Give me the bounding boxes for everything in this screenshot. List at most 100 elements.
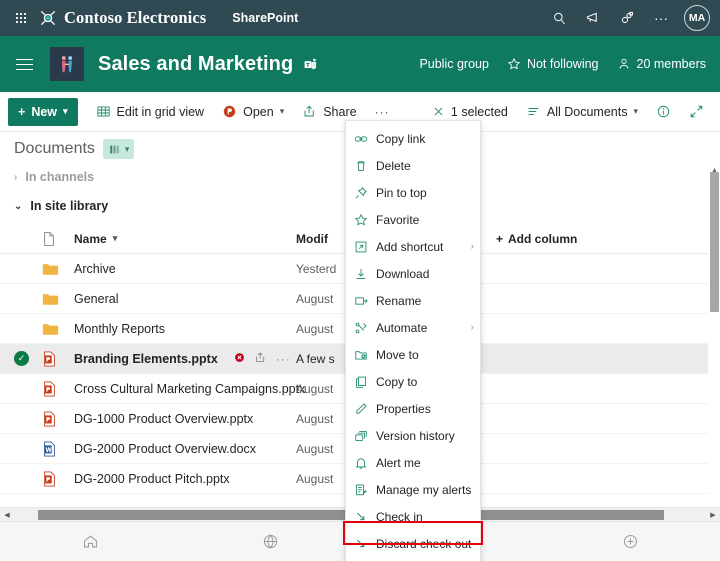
star-icon bbox=[507, 57, 521, 71]
row-actions: ··· bbox=[234, 351, 291, 367]
suite-bar: Contoso Electronics SharePoint ··· bbox=[0, 0, 720, 36]
page-title: Sales and Marketing bbox=[98, 53, 293, 76]
search-icon[interactable] bbox=[544, 3, 574, 33]
avatar[interactable]: MA bbox=[684, 5, 710, 31]
submenu-chevron-icon: › bbox=[471, 241, 474, 252]
star-icon bbox=[354, 213, 376, 227]
shortcut-arrow-icon bbox=[354, 240, 376, 254]
details-pane-button[interactable] bbox=[648, 97, 679, 127]
menu-item-label: Alert me bbox=[376, 456, 421, 470]
group-in-site-library-label: In site library bbox=[30, 199, 108, 213]
chevron-down-icon: ▾ bbox=[113, 233, 118, 244]
menu-item-download[interactable]: Download bbox=[346, 260, 480, 287]
powerpoint-icon bbox=[42, 351, 74, 367]
row-name-cell[interactable]: DG-1000 Product Overview.pptx bbox=[74, 412, 296, 426]
edit-in-grid-view-label: Edit in grid view bbox=[117, 105, 205, 119]
library-columns-icon bbox=[108, 143, 121, 156]
settings-gear-icon[interactable] bbox=[612, 3, 642, 33]
follow-button[interactable]: Not following bbox=[507, 57, 599, 71]
nav-add-icon[interactable] bbox=[613, 528, 647, 556]
menu-item-manage-my-alerts[interactable]: Manage my alerts bbox=[346, 476, 480, 503]
close-x-icon bbox=[432, 105, 445, 118]
menu-item-label: Copy link bbox=[376, 132, 425, 146]
members-button[interactable]: 20 members bbox=[617, 57, 706, 71]
more-actions-icon[interactable]: ··· bbox=[276, 352, 291, 366]
suite-app-name[interactable]: SharePoint bbox=[232, 11, 298, 25]
add-column-button[interactable]: + Add column bbox=[496, 232, 706, 246]
row-checkbox-checked[interactable]: ✓ bbox=[14, 351, 42, 366]
new-button[interactable]: + New ▾ bbox=[8, 98, 78, 126]
menu-item-delete[interactable]: Delete bbox=[346, 152, 480, 179]
share-icon[interactable] bbox=[254, 351, 267, 367]
expand-button[interactable] bbox=[681, 97, 712, 127]
share-icon bbox=[302, 104, 317, 119]
row-name-cell[interactable]: Cross Cultural Marketing Campaigns.pptx bbox=[74, 382, 296, 396]
scroll-left-arrow-icon[interactable]: ◀ bbox=[0, 511, 14, 519]
brand[interactable]: Contoso Electronics bbox=[38, 8, 206, 28]
menu-item-version-history[interactable]: Version history bbox=[346, 422, 480, 449]
menu-item-label: Copy to bbox=[376, 375, 417, 389]
powerpoint-icon bbox=[42, 471, 74, 487]
row-name: Monthly Reports bbox=[74, 322, 165, 336]
name-column-header[interactable]: Name ▾ bbox=[74, 232, 296, 246]
vertical-scrollbar-thumb[interactable] bbox=[710, 172, 719, 312]
view-list-icon bbox=[526, 104, 541, 119]
menu-item-label: Pin to top bbox=[376, 186, 427, 200]
row-name-cell[interactable]: DG-2000 Product Pitch.pptx bbox=[74, 472, 296, 486]
chevron-down-icon: ⌄ bbox=[14, 201, 22, 212]
row-name: DG-1000 Product Overview.pptx bbox=[74, 412, 253, 426]
view-selector-button[interactable]: All Documents ▾ bbox=[518, 97, 646, 127]
sharepoint-document-library-page: Contoso Electronics SharePoint ··· bbox=[0, 0, 720, 561]
menu-item-label: Version history bbox=[376, 429, 455, 443]
nav-home-icon[interactable] bbox=[73, 528, 107, 556]
follow-label: Not following bbox=[527, 57, 599, 71]
vertical-scrollbar[interactable]: ▲ ▼ bbox=[708, 166, 720, 520]
ellipsis-icon: ··· bbox=[375, 105, 390, 119]
checkmark-icon: ✓ bbox=[14, 351, 29, 366]
context-menu: Copy link Delete Pin to top Favorite bbox=[345, 120, 481, 561]
pencil-properties-icon bbox=[354, 402, 376, 416]
menu-item-copy-to[interactable]: Copy to bbox=[346, 368, 480, 395]
link-icon bbox=[354, 132, 376, 146]
file-type-column-header[interactable] bbox=[42, 231, 74, 247]
menu-item-move-to[interactable]: Move to bbox=[346, 341, 480, 368]
avatar-initials: MA bbox=[689, 12, 705, 24]
folder-icon bbox=[42, 322, 74, 336]
folder-icon bbox=[42, 292, 74, 306]
menu-item-add-shortcut[interactable]: Add shortcut › bbox=[346, 233, 480, 260]
checked-out-icon[interactable] bbox=[234, 352, 245, 366]
menu-item-rename[interactable]: Rename bbox=[346, 287, 480, 314]
row-name: Branding Elements.pptx bbox=[74, 352, 218, 366]
row-name-cell[interactable]: Monthly Reports bbox=[74, 322, 296, 336]
row-name-cell[interactable]: DG-2000 Product Overview.docx bbox=[74, 442, 296, 456]
site-header: Sales and Marketing Public group Not fol… bbox=[0, 36, 720, 92]
chevron-down-icon: ▾ bbox=[63, 106, 68, 117]
menu-item-copy-link[interactable]: Copy link bbox=[346, 125, 480, 152]
file-type-icon bbox=[42, 231, 56, 247]
more-options-icon[interactable]: ··· bbox=[646, 3, 676, 33]
scroll-right-arrow-icon[interactable]: ▶ bbox=[706, 511, 720, 519]
row-name: DG-2000 Product Pitch.pptx bbox=[74, 472, 230, 486]
hamburger-menu-icon[interactable] bbox=[6, 46, 42, 82]
row-name-cell[interactable]: General bbox=[74, 292, 296, 306]
menu-item-properties[interactable]: Properties bbox=[346, 395, 480, 422]
open-button[interactable]: Open ▾ bbox=[214, 97, 292, 127]
menu-item-favorite[interactable]: Favorite bbox=[346, 206, 480, 233]
menu-item-automate[interactable]: Automate › bbox=[346, 314, 480, 341]
site-logo-handshake-icon[interactable] bbox=[50, 47, 84, 81]
megaphone-icon[interactable] bbox=[578, 3, 608, 33]
menu-item-pin-to-top[interactable]: Pin to top bbox=[346, 179, 480, 206]
edit-in-grid-view-button[interactable]: Edit in grid view bbox=[88, 97, 213, 127]
menu-item-alert-me[interactable]: Alert me bbox=[346, 449, 480, 476]
row-name-cell[interactable]: Archive bbox=[74, 262, 296, 276]
view-label: All Documents bbox=[547, 105, 628, 119]
highlight-annotation-box bbox=[343, 521, 483, 545]
microsoft-teams-icon bbox=[303, 57, 318, 72]
suite-bar-actions: ··· MA bbox=[544, 3, 710, 33]
library-view-pill[interactable]: ▾ bbox=[103, 139, 135, 159]
expand-diagonal-icon bbox=[689, 104, 704, 119]
automate-flow-icon bbox=[354, 321, 376, 335]
nav-globe-icon[interactable] bbox=[253, 528, 287, 556]
app-launcher-icon[interactable] bbox=[8, 5, 34, 31]
row-name-cell[interactable]: Branding Elements.pptx ··· bbox=[74, 351, 296, 367]
